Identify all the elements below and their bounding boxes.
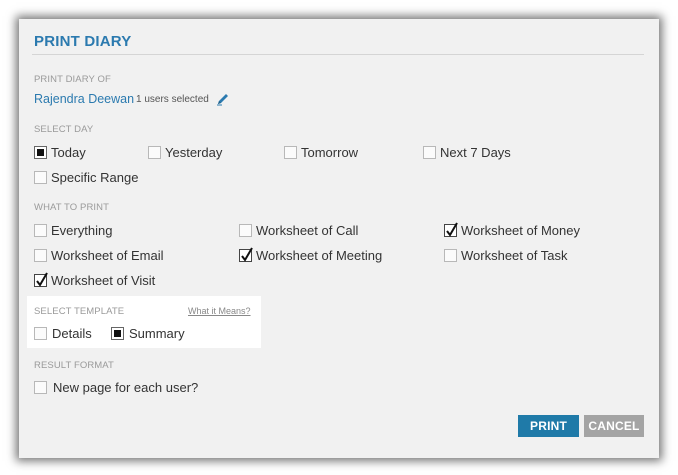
pencil-icon[interactable] xyxy=(216,92,230,106)
option-label: New page for each user? xyxy=(53,379,199,395)
option-label: Worksheet of Email xyxy=(51,247,164,263)
today-radio[interactable] xyxy=(34,145,47,159)
checkmark-icon xyxy=(446,221,458,237)
select-day-label: SELECT DAY xyxy=(34,124,94,135)
option-label: Worksheet of Money xyxy=(461,222,580,238)
day-option-specific-range[interactable]: Specific Range xyxy=(34,169,138,185)
title-divider xyxy=(32,54,644,55)
print-button[interactable]: PRINT xyxy=(518,415,579,437)
print-option-meeting[interactable]: Worksheet of Meeting xyxy=(239,246,383,263)
call-checkbox[interactable] xyxy=(239,223,252,237)
option-label: Everything xyxy=(51,222,113,238)
dialog-title: PRINT DIARY xyxy=(34,33,132,50)
day-option-yesterday[interactable]: Yesterday xyxy=(148,144,222,160)
print-option-everything[interactable]: Everything xyxy=(34,222,112,238)
cancel-button[interactable]: CANCEL xyxy=(584,415,644,437)
option-label: Worksheet of Meeting xyxy=(256,247,383,263)
next-7-days-radio[interactable] xyxy=(423,145,436,159)
template-option-summary[interactable]: Summary xyxy=(111,325,185,341)
details-radio[interactable] xyxy=(34,326,47,340)
option-label: Summary xyxy=(129,325,185,341)
task-checkbox[interactable] xyxy=(444,248,457,262)
option-label: Yesterday xyxy=(165,144,223,160)
print-option-call[interactable]: Worksheet of Call xyxy=(239,222,358,238)
print-diary-dialog: PRINT DIARY PRINT DIARY OF Rajendra Deew… xyxy=(19,19,659,458)
print-diary-of-label: PRINT DIARY OF xyxy=(34,74,111,85)
specific-range-radio[interactable] xyxy=(34,170,47,184)
new-page-checkbox[interactable] xyxy=(34,380,47,394)
print-option-money[interactable]: Worksheet of Money xyxy=(444,221,580,238)
email-checkbox[interactable] xyxy=(34,248,47,262)
select-template-label: SELECT TEMPLATE xyxy=(34,306,125,317)
tomorrow-radio[interactable] xyxy=(284,145,297,159)
summary-radio[interactable] xyxy=(111,326,124,340)
option-label: Worksheet of Visit xyxy=(51,272,156,288)
result-format-label: RESULT FORMAT xyxy=(34,360,114,371)
day-option-today[interactable]: Today xyxy=(34,144,86,160)
what-it-means-link[interactable]: What it Means? xyxy=(188,306,251,316)
day-option-next-7-days[interactable]: Next 7 Days xyxy=(423,144,511,160)
everything-checkbox[interactable] xyxy=(34,223,47,237)
print-option-email[interactable]: Worksheet of Email xyxy=(34,247,163,263)
option-label: Today xyxy=(51,144,86,160)
money-checkbox[interactable] xyxy=(444,221,458,237)
meeting-checkbox[interactable] xyxy=(239,246,253,262)
what-to-print-label: WHAT TO PRINT xyxy=(34,202,110,213)
option-label: Specific Range xyxy=(51,169,139,185)
day-option-tomorrow[interactable]: Tomorrow xyxy=(284,144,358,160)
format-option-new-page[interactable]: New page for each user? xyxy=(34,379,198,395)
print-option-visit[interactable]: Worksheet of Visit xyxy=(34,271,156,288)
option-label: Worksheet of Call xyxy=(256,222,359,238)
yesterday-radio[interactable] xyxy=(148,145,161,159)
option-label: Worksheet of Task xyxy=(461,247,568,263)
visit-checkbox[interactable] xyxy=(34,271,48,287)
option-label: Tomorrow xyxy=(301,144,359,160)
selected-user-link[interactable]: Rajendra Deewan xyxy=(34,92,134,106)
print-option-task[interactable]: Worksheet of Task xyxy=(444,247,567,263)
checkmark-icon xyxy=(36,271,48,287)
template-option-details[interactable]: Details xyxy=(34,325,92,341)
option-label: Next 7 Days xyxy=(440,144,511,160)
checkmark-icon xyxy=(241,246,253,262)
option-label: Details xyxy=(52,325,92,341)
users-selected-count: 1 users selected xyxy=(136,94,209,105)
